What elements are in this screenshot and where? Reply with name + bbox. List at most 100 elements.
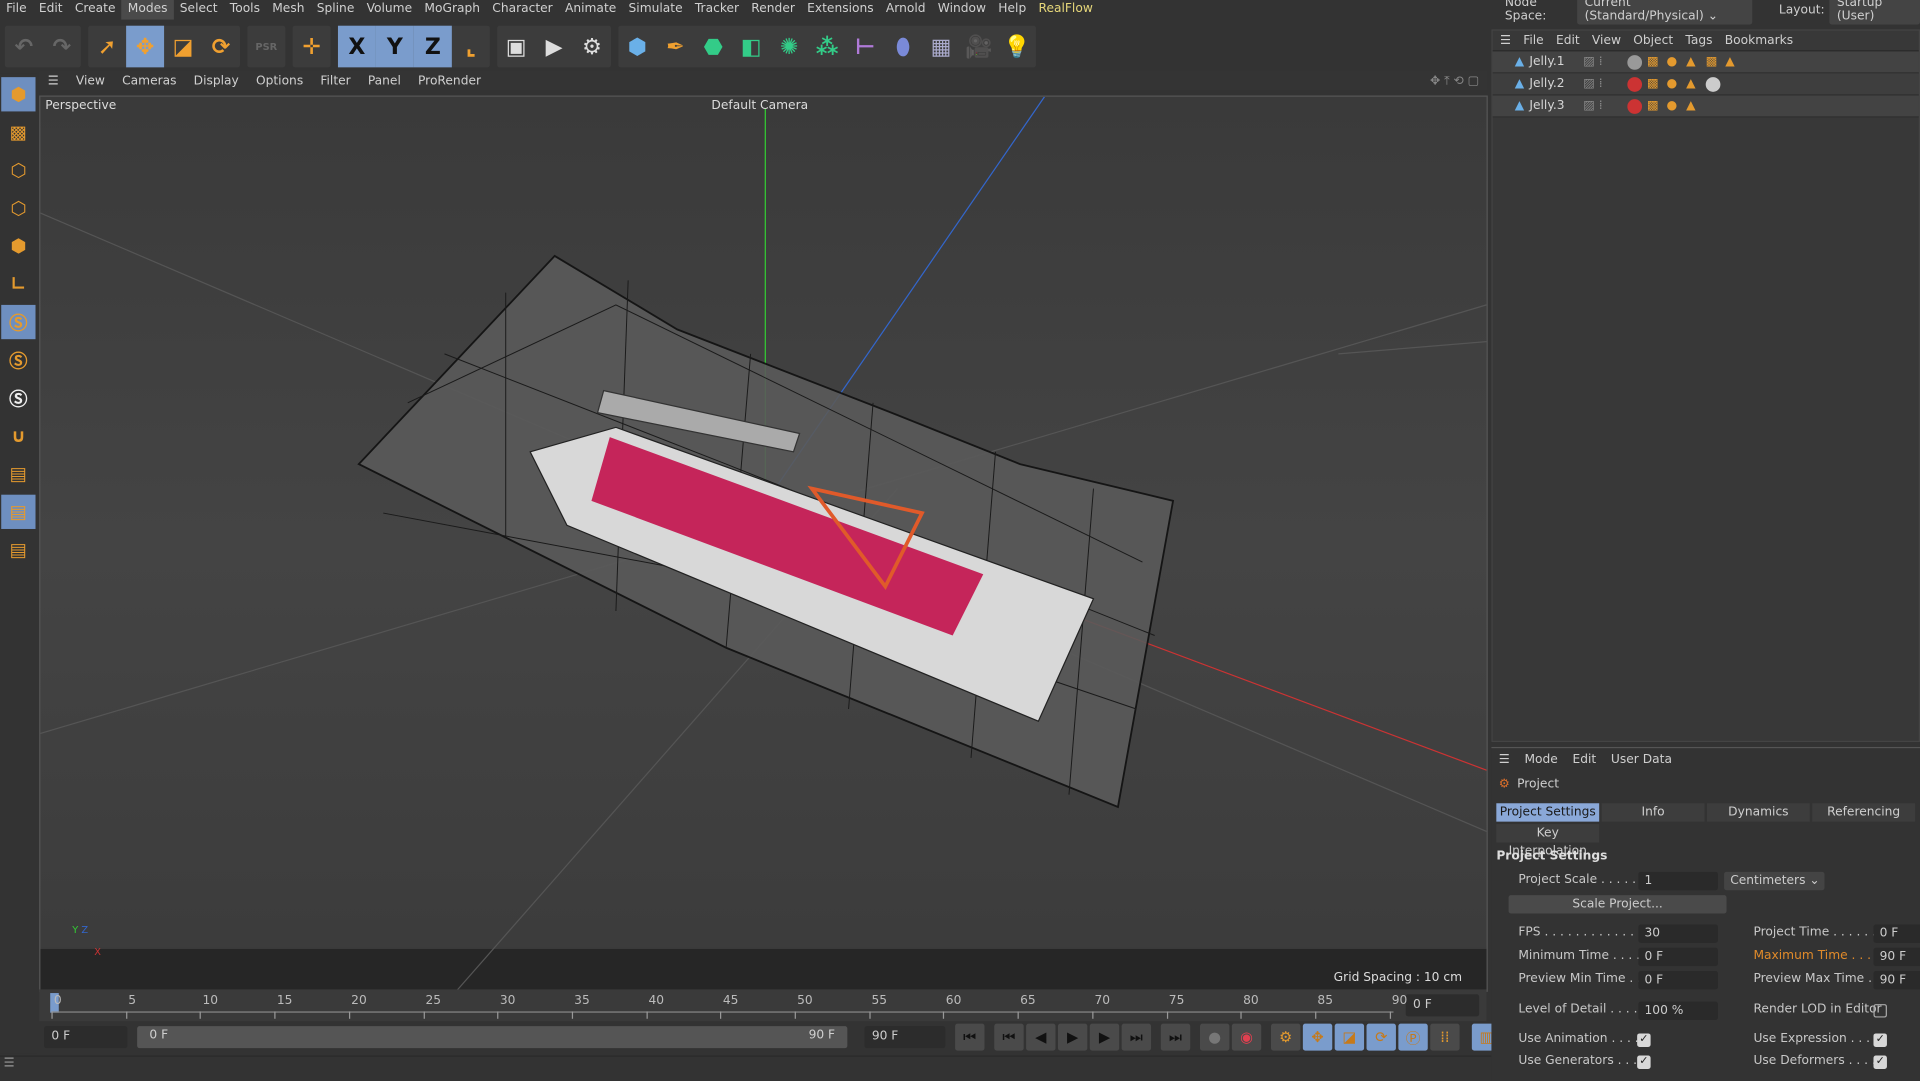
psr-button[interactable]: PSR	[247, 26, 285, 68]
visibility-toggle[interactable]: ▨ ⁞	[1583, 99, 1620, 112]
object-name[interactable]: Jelly.3	[1529, 99, 1583, 112]
tag-icon[interactable]: ▲	[1686, 77, 1701, 92]
viewport-menu-prorender[interactable]: ProRender	[409, 74, 489, 87]
camera-icon[interactable]: 🎥	[960, 26, 998, 68]
tag-icon[interactable]: ▲	[1686, 99, 1701, 114]
y-axis-lock-button[interactable]: Y	[375, 25, 414, 68]
camera-name[interactable]: Default Camera	[711, 99, 808, 112]
menu-character[interactable]: Character	[486, 0, 559, 20]
play-button[interactable]: ▶	[1057, 1023, 1088, 1051]
subdivision-icon[interactable]: ⬣	[694, 26, 732, 68]
workplane-icon[interactable]: ▤	[1, 457, 35, 491]
prev-frame-button[interactable]: ◀	[1026, 1023, 1056, 1051]
menu-volume[interactable]: Volume	[360, 0, 418, 20]
tab-referencing[interactable]: Referencing	[1812, 803, 1916, 822]
use-animation-checkbox[interactable]: ✓	[1637, 1033, 1651, 1047]
pen-icon[interactable]: ✒	[656, 26, 694, 68]
menu-create[interactable]: Create	[69, 0, 122, 20]
menu-render[interactable]: Render	[745, 0, 801, 20]
viewport-menu-display[interactable]: Display	[185, 74, 247, 87]
preview-max-field[interactable]: 90 F	[1873, 971, 1920, 990]
tag-icon[interactable]: ▩	[1647, 77, 1662, 92]
model-mode-icon[interactable]: ⬢	[1, 77, 36, 112]
menu-edit[interactable]: Edit	[33, 0, 69, 20]
tab-key-interpolation[interactable]: Key Interpolation	[1496, 824, 1600, 858]
om-menu-file[interactable]: File	[1523, 34, 1543, 47]
cube-icon[interactable]: ⬢	[618, 26, 656, 68]
tag-icon[interactable]: ●	[1667, 77, 1682, 92]
project-scale-field[interactable]: 1	[1638, 871, 1718, 891]
menu-help[interactable]: Help	[992, 0, 1032, 20]
workplane-lock-icon[interactable]: ▤	[1, 494, 36, 529]
next-key-button[interactable]: ⏭	[1121, 1023, 1152, 1051]
tag-icon[interactable]: ▲	[1725, 54, 1740, 69]
tag-icon[interactable]	[1705, 76, 1721, 92]
menu-mesh[interactable]: Mesh	[266, 0, 310, 20]
range-slider[interactable]: 0 F 90 F	[137, 1026, 848, 1049]
undo-button[interactable]: ↶	[5, 26, 43, 68]
om-menu-icon[interactable]: ☰	[1500, 34, 1511, 47]
render-picture-viewer-button[interactable]: ▶	[535, 26, 573, 68]
menu-spline[interactable]: Spline	[311, 0, 361, 20]
scale-tool-button[interactable]: ◪	[164, 26, 202, 68]
viewport-perspective[interactable]: Perspective Default Camera Grid Spacing …	[39, 95, 1488, 992]
scale-project-button[interactable]: Scale Project...	[1508, 895, 1727, 914]
visibility-toggle[interactable]: ▨ ⁞	[1583, 55, 1620, 68]
workplane-rotate-icon[interactable]: ▤	[1, 533, 35, 567]
use-deformers-checkbox[interactable]: ✓	[1873, 1055, 1887, 1069]
magnet-icon[interactable]: ∪	[1, 419, 35, 453]
object-name[interactable]: Jelly.2	[1529, 77, 1583, 90]
menu-mograph[interactable]: MoGraph	[418, 0, 486, 20]
render-settings-button[interactable]: ⚙	[573, 26, 611, 68]
viewport-menu-filter[interactable]: Filter	[312, 74, 359, 87]
preview-min-field[interactable]: 0 F	[1638, 971, 1718, 990]
om-menu-object[interactable]: Object	[1633, 34, 1673, 47]
rotate-tool-button[interactable]: ⟳	[202, 26, 240, 68]
coordinate-system-button[interactable]: ⌞	[452, 26, 490, 68]
tab-info[interactable]: Info	[1601, 803, 1705, 822]
start-frame-field[interactable]: 0 F	[44, 1026, 128, 1049]
tag-icon[interactable]: ▩	[1647, 99, 1662, 114]
edges-mode-icon[interactable]: ⬡	[1, 191, 35, 225]
quantize-icon[interactable]: Ⓢ	[1, 381, 35, 415]
om-menu-tags[interactable]: Tags	[1685, 34, 1712, 47]
tag-icon[interactable]: ▲	[1686, 54, 1701, 69]
use-generators-checkbox[interactable]: ✓	[1637, 1055, 1651, 1069]
axis-mode-icon[interactable]: ∟	[1, 267, 35, 301]
menu-extensions[interactable]: Extensions	[801, 0, 880, 20]
am-menu-mode[interactable]: Mode	[1524, 752, 1557, 765]
menu-simulate[interactable]: Simulate	[622, 0, 688, 20]
tag-icon[interactable]: ●	[1667, 54, 1682, 69]
tab-dynamics[interactable]: Dynamics	[1706, 803, 1810, 822]
floor-icon[interactable]: ▦	[922, 26, 960, 68]
autokey-button[interactable]: ◉	[1231, 1023, 1262, 1051]
go-to-start-button[interactable]: ⏮	[955, 1023, 985, 1051]
light-icon[interactable]: 💡	[998, 26, 1036, 68]
menu-animate[interactable]: Animate	[559, 0, 623, 20]
tab-project-settings[interactable]: Project Settings	[1496, 803, 1600, 822]
cloner-icon[interactable]: ✺	[770, 26, 808, 68]
move-tool-button[interactable]: ✥	[126, 25, 165, 68]
project-time-field[interactable]: 0 F	[1873, 924, 1920, 943]
menu-realflow[interactable]: RealFlow	[1032, 0, 1099, 20]
viewport-nav-icons[interactable]: ✥ ⤒ ⟲ ▢	[1421, 74, 1487, 87]
use-expression-checkbox[interactable]: ✓	[1873, 1033, 1887, 1047]
mograph-icon[interactable]: ⁂	[808, 26, 846, 68]
viewport-menu-cameras[interactable]: Cameras	[114, 74, 186, 87]
render-view-button[interactable]: ▣	[497, 26, 535, 68]
fps-field[interactable]: 30	[1638, 924, 1718, 943]
world-axis-button[interactable]: ✛	[293, 26, 331, 68]
render-lod-checkbox[interactable]	[1873, 1004, 1887, 1018]
units-dropdown[interactable]: Centimeters ⌄	[1724, 871, 1825, 891]
tag-icon[interactable]	[1627, 54, 1643, 70]
snap-icon[interactable]: Ⓢ	[1, 304, 36, 340]
key-position-button[interactable]: ✥	[1302, 1023, 1333, 1051]
status-menu-icon[interactable]: ☰	[4, 1057, 15, 1070]
tag-icon[interactable]	[1627, 98, 1643, 114]
layout-dropdown[interactable]: Startup (User)	[1829, 0, 1920, 25]
om-menu-bookmarks[interactable]: Bookmarks	[1725, 34, 1793, 47]
min-time-field[interactable]: 0 F	[1638, 947, 1718, 967]
object-row[interactable]: ▲ Jelly.2 ▨ ⁞ ▩ ● ▲	[1492, 73, 1919, 96]
viewport-menu-panel[interactable]: Panel	[359, 74, 409, 87]
extrude-icon[interactable]: ◧	[732, 26, 770, 68]
